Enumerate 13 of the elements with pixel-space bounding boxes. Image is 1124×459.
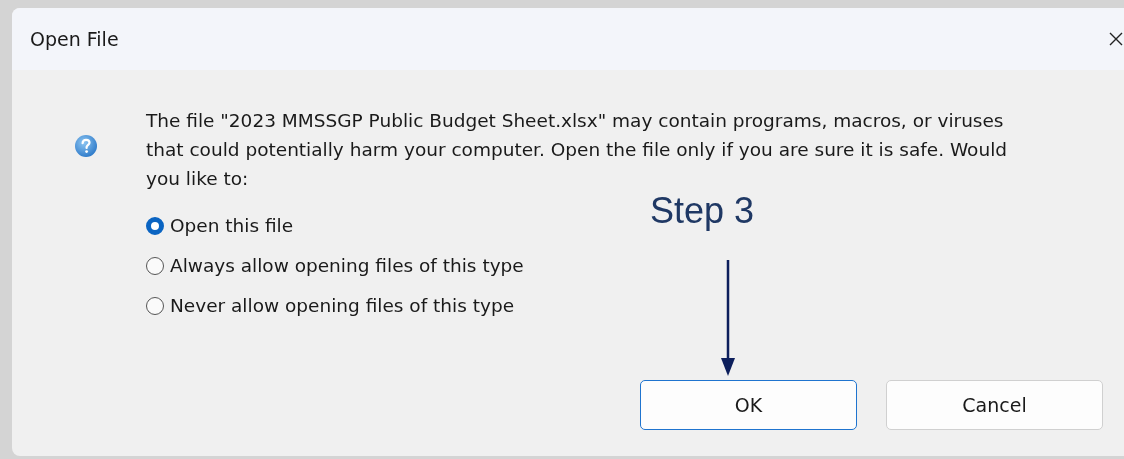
step-label: Step 3 [650, 190, 755, 232]
radio-button[interactable] [146, 256, 164, 275]
cancel-button[interactable]: Cancel [886, 380, 1103, 430]
radio-button[interactable] [146, 216, 164, 235]
window-title: Open File [30, 28, 119, 50]
radio-option[interactable]: Open this file [146, 215, 294, 236]
question-icon [74, 134, 98, 158]
warning-message: The file "2023 MMSSGP Public Budget Sheet.xlsx" may contain programs, macros, or viruses that could potentially harm your computer. Open the file only if you are sure it is safe. Would you like to: [146, 109, 1009, 191]
radio-option[interactable]: Always allow opening files of this type [146, 255, 524, 276]
radio-option[interactable]: Never allow opening files of this type [146, 295, 514, 316]
close-icon[interactable] [1108, 31, 1124, 47]
radio-button[interactable] [146, 296, 164, 315]
ok-button[interactable]: OK [640, 380, 857, 430]
